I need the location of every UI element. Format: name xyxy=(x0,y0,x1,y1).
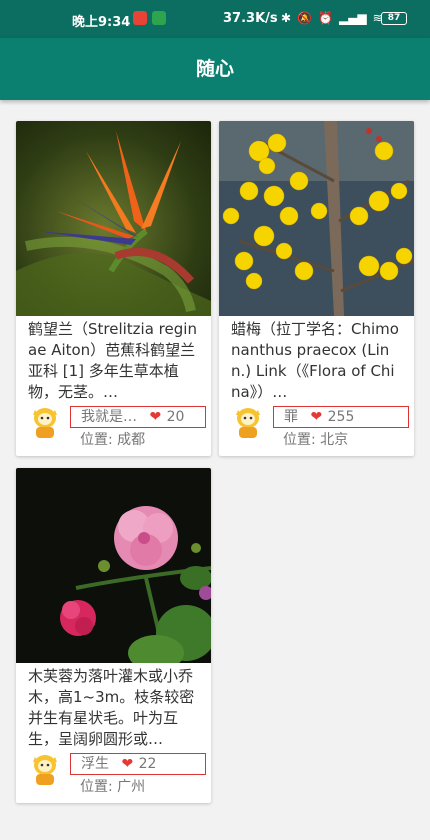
like-count: 255 xyxy=(327,409,355,425)
avatar[interactable] xyxy=(30,406,60,440)
post-card[interactable]: 木芙蓉为落叶灌木或小乔木，高1~3m。枝条较密并生有星状毛。叶为互生，呈阔卵圆形… xyxy=(16,468,211,803)
author-name[interactable]: 浮生 xyxy=(81,756,109,772)
heart-icon[interactable]: ❤ xyxy=(310,409,322,425)
author-likes-row: 罪 ❤ 255 xyxy=(273,406,409,428)
like-count: 22 xyxy=(138,756,157,772)
post-meta: 我就是… ❤ 20 位置: 成都 xyxy=(16,406,211,456)
post-location: 位置: 北京 xyxy=(283,432,349,448)
author-likes-row: 浮生 ❤ 22 xyxy=(70,753,206,775)
post-location: 位置: 成都 xyxy=(80,432,146,448)
net-speed: 37.3K/s xyxy=(223,11,278,26)
heart-icon[interactable]: ❤ xyxy=(121,756,133,772)
alarm-icon: ⏰ xyxy=(318,11,333,25)
post-image-wintersweet[interactable] xyxy=(219,121,414,316)
post-card[interactable]: 鹤望兰（Strelitzia reginae Aiton）芭蕉科鹤望兰亚科 [1… xyxy=(16,121,211,456)
author-likes-row: 我就是… ❤ 20 xyxy=(70,406,206,428)
post-image-bird-of-paradise[interactable] xyxy=(16,121,211,316)
post-description: 蜡梅（拉丁学名：Chimonanthus praecox (Linn.) Lin… xyxy=(231,320,399,401)
author-name[interactable]: 我就是… xyxy=(81,409,137,425)
wechat-notification-icon xyxy=(152,11,166,25)
avatar[interactable] xyxy=(30,753,60,787)
post-description: 木芙蓉为落叶灌木或小乔木，高1~3m。枝条较密并生有星状毛。叶为互生，呈阔卵圆形… xyxy=(28,667,195,748)
mute-icon: 🔕 xyxy=(297,11,313,25)
post-image-cotton-rose[interactable] xyxy=(16,468,211,663)
battery-icon: 87 xyxy=(381,12,407,25)
post-card[interactable]: 蜡梅（拉丁学名：Chimonanthus praecox (Linn.) Lin… xyxy=(219,121,414,456)
post-meta: 罪 ❤ 255 位置: 北京 xyxy=(219,406,414,456)
app-title: 随心 xyxy=(195,58,234,80)
author-name[interactable]: 罪 xyxy=(284,409,298,425)
post-location: 位置: 广州 xyxy=(80,779,146,795)
status-time: 晚上9:34 xyxy=(72,15,131,30)
heart-icon[interactable]: ❤ xyxy=(149,409,161,425)
post-meta: 浮生 ❤ 22 位置: 广州 xyxy=(16,753,211,803)
signal-icon: ▂▄▆ xyxy=(338,11,367,25)
post-description: 鹤望兰（Strelitzia reginae Aiton）芭蕉科鹤望兰亚科 [1… xyxy=(28,320,197,401)
app-bar: 随心 xyxy=(0,38,430,100)
weibo-notification-icon xyxy=(133,11,147,25)
avatar[interactable] xyxy=(233,406,263,440)
like-count: 20 xyxy=(166,409,185,425)
status-icons: ✱ 🔕 ⏰ ▂▄▆ ≋ xyxy=(281,10,383,26)
bluetooth-icon: ✱ xyxy=(281,11,292,25)
status-bar: 晚上9:34 37.3K/s ✱ 🔕 ⏰ ▂▄▆ ≋ 87 xyxy=(0,0,430,38)
